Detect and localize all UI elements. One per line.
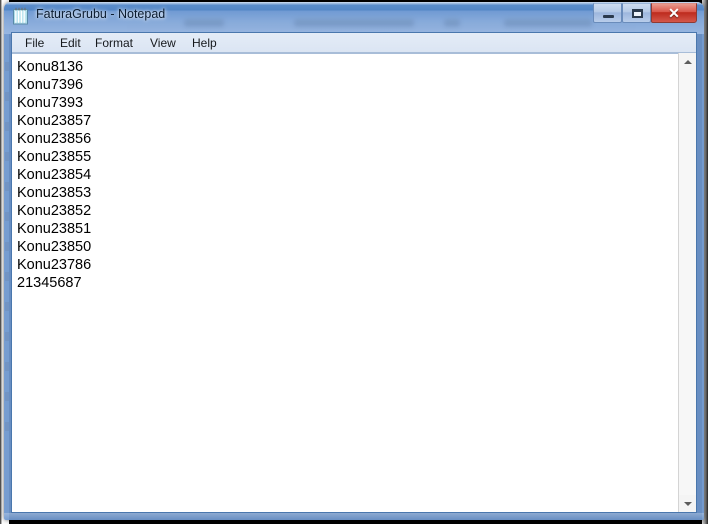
text-line: Konu7396 — [17, 77, 84, 93]
text-editor[interactable]: Konu8136 Konu7396 Konu7393 Konu23857 Konu238… — [12, 53, 678, 512]
text-line: Konu23857 — [17, 113, 92, 129]
scrollbar-track[interactable] — [679, 70, 696, 495]
client-area: File Edit Format View Help Konu8136 Konu7396 K… — [11, 32, 697, 513]
scroll-up-arrow-icon — [683, 59, 692, 64]
text-line: 21345687 — [17, 275, 82, 291]
scroll-up-button[interactable] — [679, 53, 696, 70]
text-line: Konu23855 — [17, 149, 92, 165]
vertical-scrollbar[interactable] — [678, 53, 696, 512]
text-content: Konu8136 Konu7396 Konu7393 Konu23857 Konu238… — [12, 54, 678, 292]
scroll-down-arrow-icon — [683, 501, 692, 506]
menu-item-edit[interactable]: Edit — [53, 35, 88, 51]
text-line: Konu7393 — [17, 95, 84, 111]
menu-item-format[interactable]: Format — [88, 35, 140, 51]
menu-item-file[interactable]: File — [18, 35, 51, 51]
notepad-window[interactable]: FaturaGrubu - Notepad ✕ File Edit Format Vi… — [4, 2, 704, 520]
desktop-background: FaturaGrubu - Notepad ✕ File Edit Format Vi… — [0, 0, 708, 524]
close-button[interactable]: ✕ — [651, 3, 697, 23]
text-line: Konu23786 — [17, 257, 92, 273]
text-line: Konu23856 — [17, 131, 92, 147]
maximize-icon — [632, 9, 643, 18]
text-line: Konu23851 — [17, 221, 92, 237]
text-line: Konu23850 — [17, 239, 92, 255]
menubar[interactable]: File Edit Format View Help — [12, 33, 696, 53]
window-title: FaturaGrubu - Notepad — [36, 7, 166, 21]
text-line: Konu23854 — [17, 167, 92, 183]
text-line: Konu23853 — [17, 185, 92, 201]
notepad-icon — [12, 7, 29, 25]
minimize-button[interactable] — [593, 3, 622, 23]
minimize-icon — [603, 15, 614, 18]
scroll-down-button[interactable] — [679, 495, 696, 512]
text-line: Konu8136 — [17, 59, 84, 75]
text-line: Konu23852 — [17, 203, 92, 219]
menu-item-help[interactable]: Help — [185, 35, 224, 51]
titlebar[interactable]: FaturaGrubu - Notepad ✕ — [4, 2, 704, 32]
maximize-button[interactable] — [622, 3, 651, 23]
menu-item-view[interactable]: View — [143, 35, 183, 51]
window-frame-sheen — [4, 513, 704, 520]
close-icon: ✕ — [668, 5, 680, 21]
